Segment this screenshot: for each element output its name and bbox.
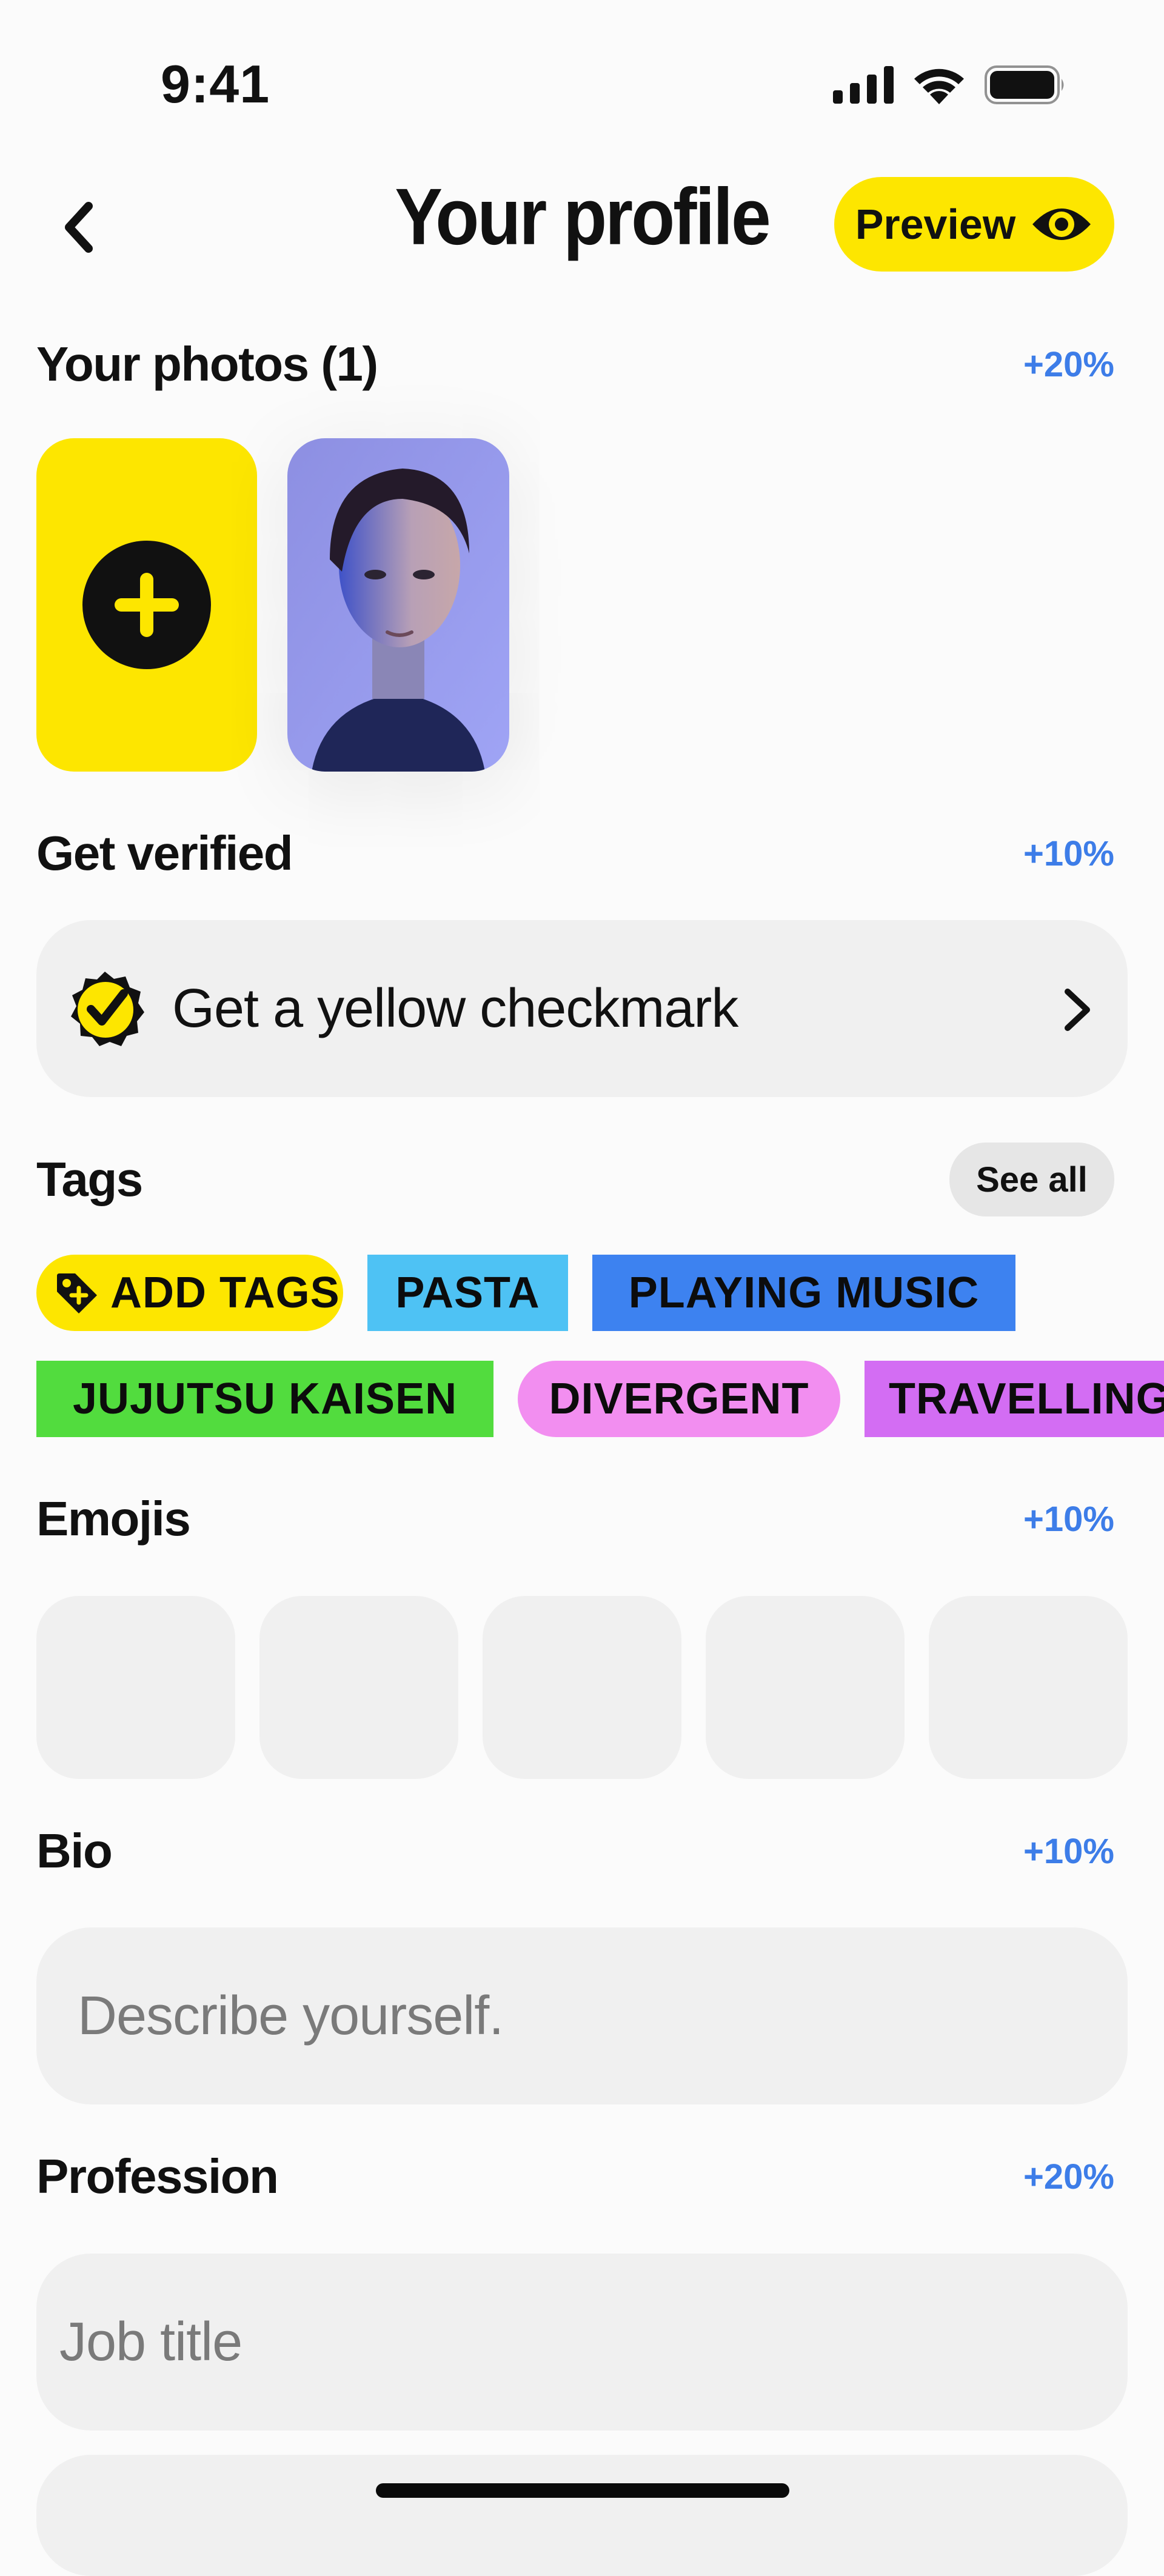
see-all-tags-button[interactable]: See all: [949, 1143, 1114, 1216]
profession-header: Profession +20%: [36, 2149, 1114, 2204]
profession-bonus: +20%: [1023, 2157, 1114, 2197]
tag-label: TRAVELLING: [889, 1375, 1164, 1423]
add-tags-label: ADD TAGS: [110, 1269, 340, 1317]
status-icons: [833, 65, 1067, 104]
verified-badge-icon: [71, 972, 144, 1046]
photos-bonus: +20%: [1023, 344, 1114, 384]
tag-chip[interactable]: TRAVELLING: [865, 1361, 1164, 1437]
verified-title: Get verified: [36, 826, 293, 880]
tags-title: Tags: [36, 1152, 143, 1206]
nav-bar: Your profile Preview: [0, 164, 1164, 285]
profile-photo[interactable]: [287, 438, 509, 772]
tag-label: PASTA: [395, 1269, 540, 1317]
tag-chip[interactable]: JUJUTSU KAISEN: [36, 1361, 493, 1437]
tag-chip[interactable]: PLAYING MUSIC: [592, 1255, 1015, 1331]
photos-header: Your photos (1) +20%: [36, 336, 1114, 392]
plus-icon: [82, 541, 211, 669]
wifi-icon: [914, 68, 964, 104]
profession-title: Profession: [36, 2149, 279, 2203]
get-checkmark-row[interactable]: Get a yellow checkmark: [36, 920, 1128, 1097]
tag-icon: [57, 1273, 97, 1313]
tag-label: JUJUTSU KAISEN: [72, 1375, 458, 1423]
get-checkmark-label: Get a yellow checkmark: [172, 978, 738, 1039]
emoji-slot[interactable]: [929, 1596, 1128, 1779]
add-photo-button[interactable]: [36, 438, 257, 772]
verified-header: Get verified +10%: [36, 826, 1114, 881]
status-bar: 9:41: [0, 0, 1164, 139]
home-indicator: [376, 2483, 789, 2498]
tags-header: Tags See all: [36, 1143, 1114, 1216]
cellular-signal-icon: [833, 66, 894, 104]
bio-header: Bio +10%: [36, 1823, 1114, 1879]
add-tags-button[interactable]: ADD TAGS: [36, 1255, 343, 1331]
emoji-slot[interactable]: [259, 1596, 458, 1779]
status-time: 9:41: [161, 54, 270, 114]
verified-bonus: +10%: [1023, 833, 1114, 873]
eye-icon: [1032, 209, 1091, 240]
bio-bonus: +10%: [1023, 1831, 1114, 1871]
emojis-header: Emojis +10%: [36, 1491, 1114, 1547]
emoji-slot[interactable]: [483, 1596, 681, 1779]
preview-button[interactable]: Preview: [834, 177, 1114, 272]
tag-label: PLAYING MUSIC: [628, 1269, 980, 1317]
job-title-placeholder: Job title: [59, 2311, 242, 2372]
preview-label: Preview: [855, 201, 1016, 248]
tag-chip[interactable]: DIVERGENT: [518, 1361, 840, 1437]
job-title-input[interactable]: Job title: [36, 2254, 1128, 2431]
battery-icon: [985, 65, 1064, 104]
emojis-title: Emojis: [36, 1492, 191, 1546]
chevron-right-icon: [1065, 989, 1090, 1031]
emojis-bonus: +10%: [1023, 1499, 1114, 1539]
bio-placeholder: Describe yourself.: [78, 1985, 504, 2046]
bio-input[interactable]: Describe yourself.: [36, 1927, 1128, 2104]
emoji-slot[interactable]: [36, 1596, 235, 1779]
tag-label: DIVERGENT: [549, 1375, 809, 1423]
company-input[interactable]: [36, 2455, 1128, 2576]
tag-chip[interactable]: PASTA: [367, 1255, 568, 1331]
bio-title: Bio: [36, 1824, 113, 1878]
photos-title: Your photos (1): [36, 337, 378, 391]
emoji-slot[interactable]: [706, 1596, 905, 1779]
